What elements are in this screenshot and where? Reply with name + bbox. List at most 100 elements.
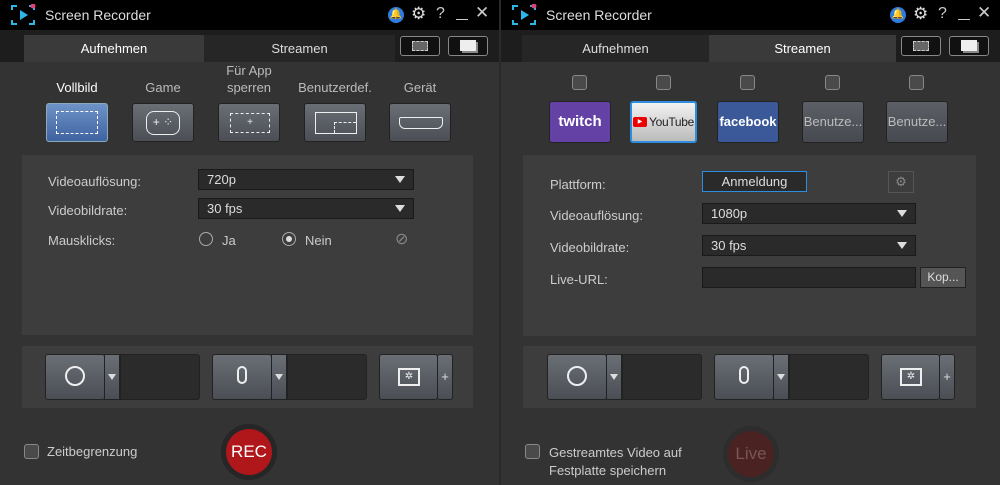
login-button[interactable]: Anmeldung: [702, 171, 807, 192]
settings-gear-icon[interactable]: ⚙: [411, 4, 426, 24]
microphone-icon: [739, 366, 749, 384]
webcam-field: [120, 354, 200, 400]
platform-label: Plattform:: [550, 177, 606, 192]
custom2-button[interactable]: Benutze...: [886, 101, 948, 143]
youtube-play-icon: ▶: [632, 117, 647, 127]
framerate-value: 30 fps: [207, 201, 243, 216]
twitch-checkbox[interactable]: [572, 75, 587, 90]
resolution-label: Videoauflösung:: [550, 208, 644, 223]
notification-bell-icon[interactable]: 🔔: [388, 7, 404, 23]
close-icon[interactable]: ✕: [475, 3, 489, 23]
custom-area-icon: [315, 112, 357, 134]
title-bar: Screen Recorder 🔔 ⚙ ? ✕: [0, 0, 499, 30]
chevron-down-icon: [897, 242, 907, 249]
close-icon[interactable]: ✕: [977, 3, 991, 23]
minimize-icon[interactable]: [456, 19, 468, 20]
youtube-checkbox[interactable]: [656, 75, 671, 90]
minimize-icon[interactable]: [958, 19, 970, 20]
settings-gear-icon[interactable]: ⚙: [913, 4, 928, 24]
fullscreen-icon: [56, 111, 98, 134]
app-logo-icon: [511, 4, 537, 26]
microphone-dropdown-button[interactable]: [271, 354, 287, 400]
settings-panel: Videoauflösung: 720p Videobildrate: 30 f…: [22, 155, 473, 335]
tab-aufnehmen[interactable]: Aufnehmen: [24, 35, 204, 62]
tab-bar: Aufnehmen Streamen: [0, 30, 499, 62]
hdmi-icon: [399, 117, 443, 129]
facebook-button[interactable]: facebook: [717, 101, 779, 143]
framerate-dropdown[interactable]: 30 fps: [198, 198, 414, 219]
device-mode-button[interactable]: [389, 103, 451, 142]
webcam-field: [622, 354, 702, 400]
framerate-label: Videobildrate:: [550, 240, 630, 255]
framerate-dropdown[interactable]: 30 fps: [702, 235, 916, 256]
tab-aufnehmen[interactable]: Aufnehmen: [522, 35, 709, 62]
webcam-icon: [567, 366, 587, 386]
framerate-label: Videobildrate:: [48, 203, 128, 218]
fullscreen-mode-button[interactable]: [46, 103, 108, 142]
youtube-button[interactable]: ▶ YouTube: [630, 101, 697, 143]
mode-label-app-lock: Für App sperren: [226, 63, 272, 95]
mouse-clicks-label: Mausklicks:: [48, 233, 116, 248]
mouse-no-radio[interactable]: [282, 232, 296, 246]
microphone-dropdown-button[interactable]: [773, 354, 789, 400]
custom2-checkbox[interactable]: [909, 75, 924, 90]
streaming-window: Screen Recorder 🔔 ⚙ ? ✕ Aufnehmen Stream…: [501, 0, 1000, 485]
platform-settings-gear-icon[interactable]: ⚙: [888, 171, 914, 193]
rec-button[interactable]: REC: [226, 429, 272, 475]
settings-panel: Plattform: Anmeldung ⚙ Videoauflösung: 1…: [523, 155, 976, 336]
effects-button[interactable]: ✲: [881, 354, 940, 400]
time-limit-checkbox[interactable]: [24, 444, 39, 459]
tab-streamen[interactable]: Streamen: [709, 35, 896, 62]
mouse-no-label: Nein: [305, 233, 332, 248]
game-mode-button[interactable]: + ⁘: [132, 103, 194, 142]
mouse-yes-radio[interactable]: [199, 232, 213, 246]
fullscreen-view-button[interactable]: [901, 36, 941, 56]
notification-bell-icon[interactable]: 🔔: [890, 7, 906, 23]
mode-label-vollbild: Vollbild: [56, 80, 98, 95]
microphone-button[interactable]: [714, 354, 774, 400]
twitch-button[interactable]: twitch: [549, 101, 611, 143]
microphone-icon: [237, 366, 247, 384]
mouse-yes-label: Ja: [222, 233, 236, 248]
microphone-button[interactable]: [212, 354, 272, 400]
mode-label-device: Gerät: [403, 80, 437, 95]
webcam-dropdown-button[interactable]: [606, 354, 622, 400]
mode-label-game: Game: [145, 80, 181, 95]
copy-url-button[interactable]: Kop...: [920, 267, 966, 288]
help-icon[interactable]: ?: [938, 5, 947, 23]
live-url-label: Live-URL:: [550, 272, 608, 287]
chevron-down-icon: [395, 205, 405, 212]
app-window-icon: +: [230, 113, 270, 133]
window-view-button[interactable]: [448, 36, 488, 56]
app-lock-mode-button[interactable]: +: [218, 103, 280, 142]
webcam-button[interactable]: [45, 354, 105, 400]
save-to-disk-checkbox[interactable]: [525, 444, 540, 459]
help-icon[interactable]: ?: [436, 5, 445, 23]
chevron-down-icon: [395, 176, 405, 183]
microphone-field: [287, 354, 367, 400]
webcam-button[interactable]: [547, 354, 607, 400]
add-effect-button[interactable]: +: [437, 354, 453, 400]
disabled-icon[interactable]: ⊘: [395, 229, 408, 249]
webcam-dropdown-button[interactable]: [104, 354, 120, 400]
custom1-checkbox[interactable]: [825, 75, 840, 90]
live-button[interactable]: Live: [728, 431, 774, 477]
resolution-dropdown[interactable]: 720p: [198, 169, 414, 190]
custom-mode-button[interactable]: [304, 103, 366, 142]
tab-streamen[interactable]: Streamen: [204, 35, 395, 62]
custom1-button[interactable]: Benutze...: [802, 101, 864, 143]
facebook-checkbox[interactable]: [740, 75, 755, 90]
add-effect-button[interactable]: +: [939, 354, 955, 400]
effects-button[interactable]: ✲: [379, 354, 438, 400]
chevron-down-icon: [897, 210, 907, 217]
live-url-input[interactable]: [702, 267, 916, 288]
fullscreen-view-button[interactable]: [400, 36, 440, 56]
resolution-value: 1080p: [711, 206, 748, 221]
resolution-dropdown[interactable]: 1080p: [702, 203, 916, 224]
window-view-button[interactable]: [949, 36, 989, 56]
mode-label-custom: Benutzerdef.: [298, 80, 372, 95]
save-to-disk-label: Gestreamtes Video auf Festplatte speiche…: [549, 445, 682, 478]
resolution-label: Videoauflösung:: [48, 174, 142, 189]
resolution-value: 720p: [207, 172, 236, 187]
effects-icon: ✲: [398, 368, 420, 386]
